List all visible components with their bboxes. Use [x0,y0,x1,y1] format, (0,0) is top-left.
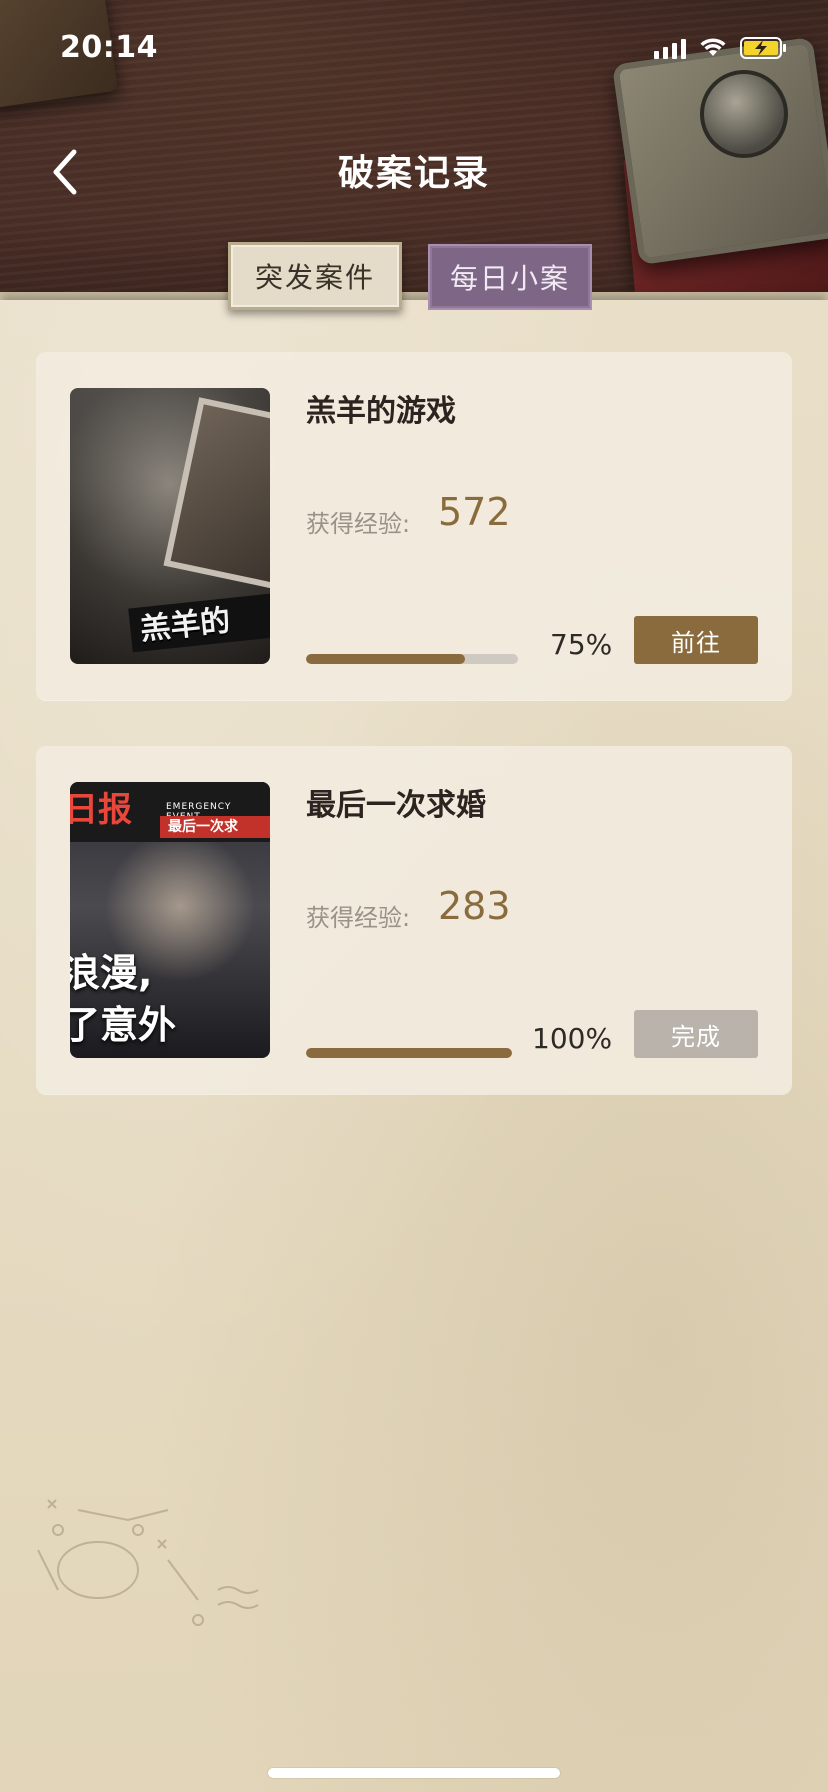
battery-charging-icon [740,36,788,60]
home-indicator[interactable] [268,1768,560,1778]
go-button[interactable]: 前往 [634,616,758,664]
status-bar: 20:14 [0,0,828,96]
case-title: 最后一次求婚 [306,788,486,823]
tab-sudden-cases[interactable]: 突发案件 [228,242,402,310]
nav-bar: 破案记录 [0,120,828,220]
done-button[interactable]: 完成 [634,1010,758,1058]
exp-label: 获得经验: [306,904,411,932]
thumbnail-strip-text: 最后一次求 [168,819,238,835]
exp-value: 283 [438,884,511,928]
progress-text: 75% [550,628,613,661]
tab-bar: 突发案件 每日小案 [0,242,828,314]
thumbnail-caption-line2: 了意外 [70,1003,177,1047]
page-title: 破案记录 [337,153,490,194]
progress-bar [306,654,518,664]
case-card[interactable]: 羔羊的 羔羊的游戏 获得经验: 572 75% 前往 [36,352,792,700]
progress-fill [306,1048,512,1058]
wifi-icon [700,38,726,58]
signal-icon [654,37,686,59]
progress-bar [306,1048,512,1058]
case-card[interactable]: 日报 EMERGENCY EVENT 最后一次求 浪漫, 了意外 最后一次求婚 … [36,746,792,1094]
progress-text: 100% [532,1022,613,1055]
status-time: 20:14 [60,30,158,65]
tab-daily-cases[interactable]: 每日小案 [428,244,592,310]
thumbnail-photo [163,397,270,591]
sketch-decoration [37,1499,259,1626]
thumbnail-caption-line1: 浪漫, [70,951,153,995]
thumbnail-header-text: 日报 [70,790,132,830]
case-title: 羔羊的游戏 [306,394,456,429]
screen: 20:14 破案记录 突发案件 每日小案 羔羊的 羔羊的游戏 获得经验: 572… [0,0,828,1792]
thumbnail-title: 羔羊的 [138,603,232,648]
progress-fill [306,654,465,664]
case-thumbnail: 羔羊的 [70,388,270,664]
exp-label: 获得经验: [306,510,411,538]
exp-value: 572 [438,490,511,534]
case-thumbnail: 日报 EMERGENCY EVENT 最后一次求 浪漫, 了意外 [70,782,270,1058]
status-icons [654,36,788,60]
